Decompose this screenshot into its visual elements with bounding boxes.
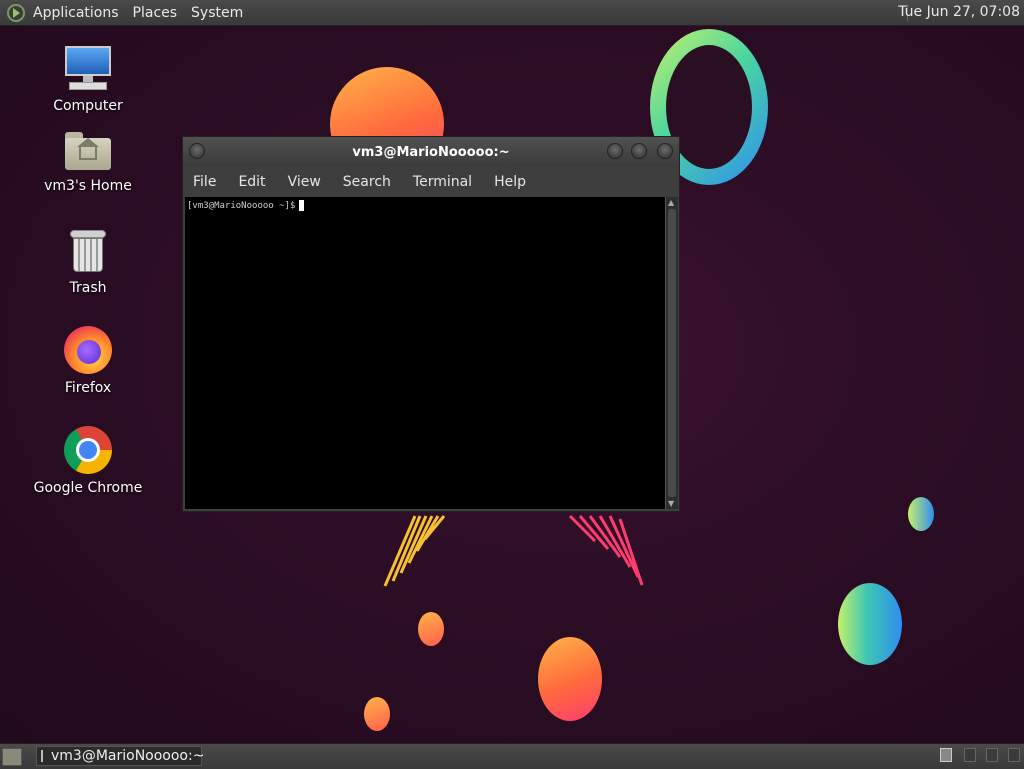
taskbar-window-button[interactable]: vm3@MarioNooooo:~ (36, 746, 205, 766)
minimize-button[interactable] (607, 143, 623, 159)
menu-file[interactable]: File (193, 174, 216, 190)
menu-edit[interactable]: Edit (238, 174, 265, 190)
workspace-3[interactable] (986, 748, 998, 762)
desktop-icon-label: Computer (53, 98, 123, 114)
desktop-icon-trash[interactable]: Trash (28, 228, 148, 296)
scroll-up-icon[interactable]: ▲ (668, 198, 674, 207)
wallpaper-blob-orange-2 (538, 637, 602, 721)
desktop-icon-label: Trash (69, 280, 107, 296)
distro-logo-icon[interactable] (7, 3, 25, 22)
desktop-icon-label: Google Chrome (33, 480, 143, 496)
workspace-2[interactable] (964, 748, 976, 762)
wallpaper-blob-orange-1 (418, 612, 444, 646)
top-panel: Applications Places System Tue Jun 27, 0… (0, 0, 1024, 26)
terminal-icon (41, 750, 43, 762)
wallpaper-large-blob-blue (838, 583, 902, 665)
firefox-icon (64, 326, 112, 374)
window-menu-button[interactable] (189, 143, 205, 159)
terminal-title: vm3@MarioNooooo:~ (352, 144, 510, 160)
terminal-window[interactable]: vm3@MarioNooooo:~ File Edit View Search … (182, 136, 680, 512)
scroll-down-icon[interactable]: ▼ (668, 499, 674, 508)
workspace-4[interactable] (1008, 748, 1020, 762)
desktop-icon-firefox[interactable]: Firefox (28, 326, 148, 396)
desktop-icon-label: Firefox (64, 380, 112, 396)
system-menu[interactable]: System (191, 5, 243, 21)
terminal-output[interactable]: [vm3@MarioNooooo ~]$ (185, 197, 665, 509)
close-button[interactable] (657, 143, 673, 159)
menu-view[interactable]: View (288, 174, 321, 190)
taskbar-window-label: vm3@MarioNooooo:~ (51, 748, 205, 764)
desktop-icon-computer[interactable]: Computer (28, 44, 148, 114)
terminal-scrollbar[interactable]: ▲ ▼ (665, 197, 678, 509)
wallpaper-blob-orange-3 (364, 697, 390, 731)
show-desktop-icon[interactable] (2, 748, 22, 766)
terminal-menubar: File Edit View Search Terminal Help (183, 167, 679, 197)
clock[interactable]: Tue Jun 27, 07:08 (898, 4, 1020, 20)
workspace-1[interactable] (940, 748, 952, 762)
trash-icon (68, 228, 108, 274)
bottom-panel: vm3@MarioNooooo:~ (0, 743, 1024, 769)
desktop-icon-home[interactable]: vm3's Home (28, 128, 148, 194)
places-menu[interactable]: Places (133, 5, 178, 21)
terminal-prompt: [vm3@MarioNooooo ~]$ (187, 201, 296, 211)
maximize-button[interactable] (631, 143, 647, 159)
computer-icon (63, 44, 113, 92)
desktop-icon-label: vm3's Home (44, 178, 132, 194)
wallpaper-small-blob-blue (908, 497, 934, 531)
wallpaper-stripes (383, 514, 644, 587)
menu-help[interactable]: Help (494, 174, 526, 190)
scrollbar-thumb[interactable] (668, 209, 676, 497)
applications-menu[interactable]: Applications (33, 5, 119, 21)
terminal-titlebar[interactable]: vm3@MarioNooooo:~ (183, 137, 679, 167)
menu-terminal[interactable]: Terminal (413, 174, 472, 190)
chrome-icon (64, 426, 112, 474)
home-folder-icon (65, 128, 111, 172)
menu-search[interactable]: Search (343, 174, 391, 190)
terminal-cursor (299, 200, 305, 211)
desktop-icon-chrome[interactable]: Google Chrome (28, 426, 148, 496)
